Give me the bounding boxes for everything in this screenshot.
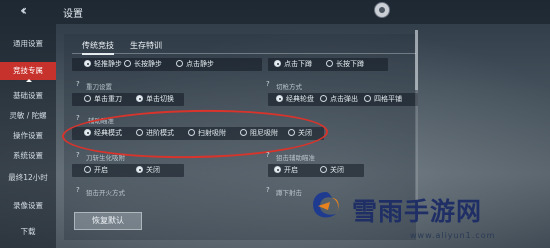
option-knife-snap-on[interactable]: 开启 xyxy=(84,164,108,176)
radio-icon xyxy=(320,95,327,102)
help-icon[interactable]: ? xyxy=(76,186,80,194)
watermark-text: 雪雨手游网 xyxy=(352,197,483,226)
scrollbar[interactable] xyxy=(415,30,418,200)
label-sniper-assist: 狙击辅助瞄准 xyxy=(276,154,315,162)
tab-divider xyxy=(72,53,416,54)
radio-icon xyxy=(136,95,143,102)
label-switch-weapon: 切枪方式 xyxy=(276,83,302,91)
sidebar-item-sensitivity[interactable]: 灵敏 / 陀螺 xyxy=(0,110,56,121)
sidebar-item-basic[interactable]: 基础设置 xyxy=(0,90,56,101)
help-icon[interactable]: ? xyxy=(76,80,80,88)
tab-survival[interactable]: 生存特训 xyxy=(130,40,162,51)
radio-icon xyxy=(326,60,333,67)
sidebar-item-controls[interactable]: 操作设置 xyxy=(0,130,56,141)
option-four-grid[interactable]: 四格平铺 xyxy=(364,93,402,105)
radio-icon xyxy=(124,60,131,67)
radio-icon xyxy=(136,166,143,173)
option-tap-crouch[interactable]: 点击下蹲 xyxy=(274,58,312,70)
reset-default-button[interactable]: 恢复默认 xyxy=(74,212,142,230)
option-hold-crouch[interactable]: 长按下蹲 xyxy=(326,58,364,70)
help-icon[interactable]: ? xyxy=(76,151,80,159)
watermark-url: www.aliyun1.com xyxy=(410,231,496,240)
help-icon[interactable]: ? xyxy=(76,114,80,122)
radio-icon xyxy=(276,95,283,102)
radio-icon xyxy=(274,166,281,173)
radio-icon xyxy=(176,60,183,67)
label-crouch-fire: 蹲下射击 xyxy=(276,189,302,197)
help-icon[interactable]: ? xyxy=(266,186,270,194)
sidebar-item-replay[interactable]: 录像设置 xyxy=(0,200,56,211)
sidebar-item-final12h[interactable]: 最终12小时 xyxy=(0,172,56,183)
label-knife-snap: 刀斩生化吸附 xyxy=(86,154,125,162)
watermark-logo-icon xyxy=(313,192,339,218)
option-classic-wheel[interactable]: 经典轮盘 xyxy=(276,93,314,105)
option-single-switch[interactable]: 单击切换 xyxy=(136,93,174,105)
scroll-thumb[interactable] xyxy=(415,30,418,90)
sidebar-item-general[interactable]: 通用设置 xyxy=(0,38,56,49)
radio-icon xyxy=(84,166,91,173)
radio-icon xyxy=(84,95,91,102)
option-knife-snap-off[interactable]: 关闭 xyxy=(136,164,160,176)
option-tap-walk[interactable]: 点击静步 xyxy=(176,58,214,70)
option-single-heavy[interactable]: 单击重刀 xyxy=(84,93,122,105)
radio-icon xyxy=(320,166,327,173)
radio-icon xyxy=(84,60,91,67)
radio-icon xyxy=(364,95,371,102)
sidebar-item-download[interactable]: 下载 xyxy=(0,226,56,237)
option-light-push-walk[interactable]: 轻推静步 xyxy=(84,58,122,70)
avatar-gear-icon[interactable] xyxy=(374,2,390,18)
option-hold-walk[interactable]: 长按静步 xyxy=(124,58,162,70)
radio-icon xyxy=(274,60,281,67)
sidebar-item-system[interactable]: 系统设置 xyxy=(0,150,56,161)
option-sniper-assist-on[interactable]: 开启 xyxy=(274,164,298,176)
sidebar: 通用设置 竞技专属 基础设置 灵敏 / 陀螺 操作设置 系统设置 最终12小时 … xyxy=(0,24,56,248)
sidebar-item-competitive[interactable]: 竞技专属 xyxy=(0,62,56,82)
help-icon[interactable]: ? xyxy=(266,151,270,159)
option-tap-popup[interactable]: 点击弹出 xyxy=(320,93,358,105)
top-bar: ‹‹ 设置 xyxy=(0,0,550,24)
label-sniper-fire: 狙击开火方式 xyxy=(86,189,125,197)
help-icon[interactable]: ? xyxy=(266,80,270,88)
option-sniper-assist-off[interactable]: 关闭 xyxy=(320,164,344,176)
label-heavy-knife: 重刀设置 xyxy=(86,83,112,91)
page-title: 设置 xyxy=(63,9,83,20)
tab-traditional[interactable]: 传统竞技 xyxy=(82,40,114,55)
back-double-chevron-icon[interactable]: ‹‹ xyxy=(20,3,27,19)
